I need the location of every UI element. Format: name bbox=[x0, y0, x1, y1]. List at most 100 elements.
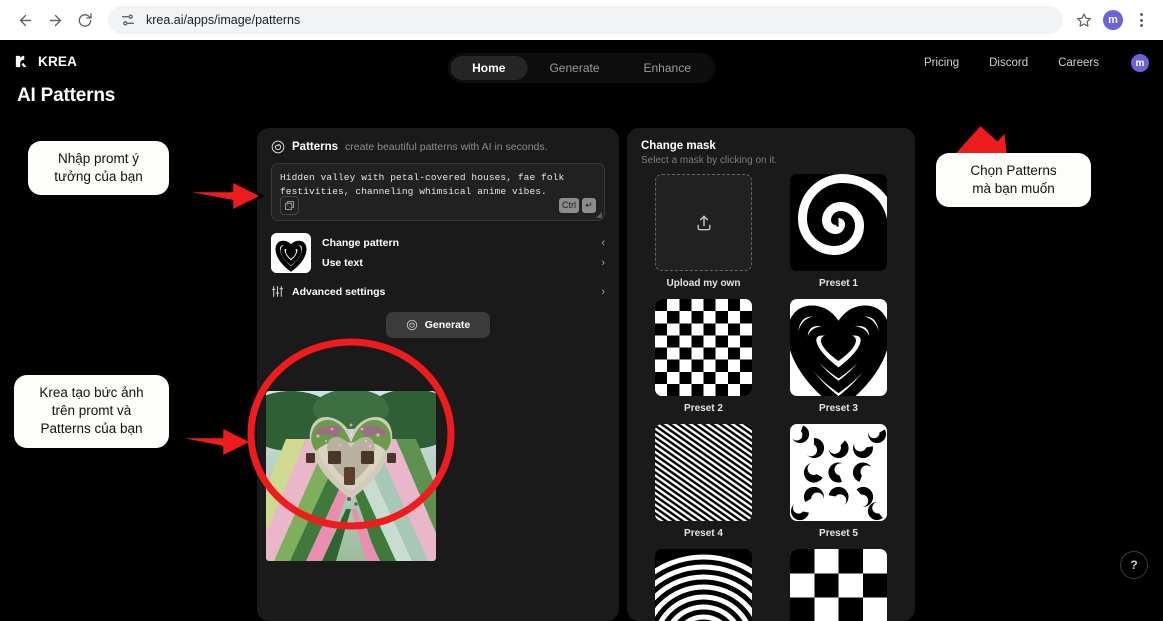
mask-option-preset-6[interactable] bbox=[645, 549, 762, 621]
pattern-options-block: Change pattern ‹ Use text › bbox=[271, 233, 605, 273]
back-button[interactable] bbox=[10, 5, 40, 35]
header-links: Pricing Discord Careers m bbox=[924, 54, 1149, 72]
prompt-textarea[interactable]: Hidden valley with petal-covered houses,… bbox=[271, 163, 605, 221]
prompt-value: Hidden valley with petal-covered houses,… bbox=[280, 171, 596, 199]
mask-grid: Upload my own Preset 1 bbox=[627, 174, 915, 621]
tab-generate[interactable]: Generate bbox=[527, 56, 621, 80]
mask-panel-header: Change mask Select a mask by clicking on… bbox=[627, 128, 915, 174]
callout-prompt: Nhập promt ý tưởng của bạn bbox=[28, 141, 169, 195]
reload-icon bbox=[77, 12, 93, 28]
mask-option-preset-2[interactable]: Preset 2 bbox=[645, 299, 762, 414]
preset-4-tile[interactable] bbox=[655, 424, 752, 521]
browser-menu-button[interactable] bbox=[1129, 7, 1153, 33]
option-change-pattern-label: Change pattern bbox=[322, 237, 399, 249]
hearts-pattern-icon bbox=[271, 233, 311, 273]
advanced-settings-left: Advanced settings bbox=[271, 285, 385, 298]
bookmark-star-icon bbox=[1076, 12, 1092, 28]
concentric-arcs-mask-icon bbox=[655, 549, 752, 621]
upload-icon bbox=[694, 213, 714, 233]
generate-row: Generate bbox=[271, 312, 605, 338]
logo-text: KREA bbox=[38, 54, 77, 69]
link-pricing[interactable]: Pricing bbox=[924, 57, 959, 69]
generate-label: Generate bbox=[425, 319, 471, 331]
dice-randomize-icon bbox=[284, 200, 295, 211]
address-bar[interactable]: krea.ai/apps/image/patterns bbox=[108, 6, 1063, 34]
preset-7-tile[interactable] bbox=[790, 549, 887, 621]
spiral-icon bbox=[406, 319, 418, 331]
prompt-footer: Ctrl ↵ bbox=[280, 196, 596, 215]
advanced-settings-label: Advanced settings bbox=[292, 286, 385, 298]
tab-enhance[interactable]: Enhance bbox=[622, 56, 713, 80]
resize-grip-icon[interactable]: ◢ bbox=[596, 210, 602, 219]
mask-label-preset-2: Preset 2 bbox=[684, 403, 723, 414]
patterns-subtitle: create beautiful patterns with AI in sec… bbox=[345, 141, 548, 153]
krea-app: KREA Home Generate Enhance Pricing Disco… bbox=[0, 40, 1163, 592]
site-settings-icon[interactable] bbox=[120, 12, 136, 28]
option-use-text-label: Use text bbox=[322, 257, 363, 269]
sliders-icon bbox=[271, 285, 284, 298]
upload-tile[interactable] bbox=[655, 174, 752, 271]
mask-panel-subtitle: Select a mask by clicking on it. bbox=[641, 155, 901, 166]
page-title: AI Patterns bbox=[17, 85, 115, 107]
mask-option-upload[interactable]: Upload my own bbox=[645, 174, 762, 289]
result-image[interactable] bbox=[266, 391, 436, 561]
preset-2-tile[interactable] bbox=[655, 299, 752, 396]
bookmark-button[interactable] bbox=[1071, 7, 1097, 33]
advanced-chevron-right-icon: › bbox=[601, 286, 605, 298]
pattern-option-rows: Change pattern ‹ Use text › bbox=[322, 233, 605, 273]
option-change-pattern[interactable]: Change pattern ‹ bbox=[322, 233, 605, 253]
heart-valley-image bbox=[266, 391, 436, 561]
large-checkerboard-mask-icon bbox=[790, 549, 887, 621]
callout-result: Krea tạo bức ảnh trên promt và Patterns … bbox=[14, 375, 169, 448]
advanced-settings-row[interactable]: Advanced settings › bbox=[271, 285, 605, 298]
help-button[interactable]: ? bbox=[1120, 551, 1148, 579]
patterns-panel-header: Patterns create beautiful patterns with … bbox=[271, 140, 605, 154]
browser-toolbar: krea.ai/apps/image/patterns m bbox=[0, 0, 1163, 40]
patterns-title: Patterns bbox=[292, 141, 338, 153]
mask-label-preset-4: Preset 4 bbox=[684, 528, 723, 539]
mask-option-preset-7[interactable] bbox=[780, 549, 897, 621]
mask-label-preset-5: Preset 5 bbox=[819, 528, 858, 539]
spiral-mask-icon bbox=[790, 174, 887, 271]
arrow-left-icon bbox=[17, 12, 34, 29]
checkerboard-mask-icon bbox=[655, 299, 752, 396]
browser-profile-avatar[interactable]: m bbox=[1103, 10, 1123, 30]
option-use-text[interactable]: Use text › bbox=[322, 253, 605, 273]
concentric-hearts-mask-icon bbox=[790, 299, 887, 396]
submit-shortcut-hint: Ctrl ↵ bbox=[559, 198, 596, 214]
preset-6-tile[interactable] bbox=[655, 549, 752, 621]
current-pattern-thumbnail[interactable] bbox=[271, 233, 311, 273]
mask-panel: Change mask Select a mask by clicking on… bbox=[627, 128, 915, 621]
link-discord[interactable]: Discord bbox=[989, 57, 1028, 69]
app-header: KREA Home Generate Enhance Pricing Disco… bbox=[0, 40, 1163, 82]
link-careers[interactable]: Careers bbox=[1058, 57, 1099, 69]
mask-option-preset-4[interactable]: Preset 4 bbox=[645, 424, 762, 539]
krea-logo-icon bbox=[14, 54, 29, 69]
preset-3-tile[interactable] bbox=[790, 299, 887, 396]
kbd-enter: ↵ bbox=[582, 198, 596, 214]
callout-mask: Chọn Patterns mà bạn muốn bbox=[936, 153, 1091, 207]
mask-panel-title: Change mask bbox=[641, 140, 901, 152]
toolbar-actions: m bbox=[1071, 7, 1153, 33]
tab-home[interactable]: Home bbox=[450, 56, 527, 80]
krea-logo[interactable]: KREA bbox=[14, 54, 77, 69]
preset-1-tile[interactable] bbox=[790, 174, 887, 271]
chevron-right-icon: › bbox=[601, 257, 605, 269]
mask-label-preset-1: Preset 1 bbox=[819, 278, 858, 289]
reload-button[interactable] bbox=[70, 5, 100, 35]
mask-option-preset-1[interactable]: Preset 1 bbox=[780, 174, 897, 289]
mask-option-preset-3[interactable]: Preset 3 bbox=[780, 299, 897, 414]
generate-button[interactable]: Generate bbox=[386, 312, 491, 338]
user-avatar[interactable]: m bbox=[1131, 54, 1149, 72]
kbd-ctrl: Ctrl bbox=[559, 198, 579, 214]
preset-5-tile[interactable] bbox=[790, 424, 887, 521]
spiral-icon bbox=[271, 140, 285, 154]
randomize-prompt-button[interactable] bbox=[280, 196, 299, 215]
mask-label-preset-3: Preset 3 bbox=[819, 403, 858, 414]
forward-button[interactable] bbox=[40, 5, 70, 35]
pinwheel-mask-icon bbox=[790, 424, 887, 521]
mask-option-preset-5[interactable]: Preset 5 bbox=[780, 424, 897, 539]
main-nav-tabs: Home Generate Enhance bbox=[447, 53, 716, 83]
woven-stripes-mask-icon bbox=[655, 424, 752, 521]
url-text: krea.ai/apps/image/patterns bbox=[146, 13, 300, 27]
